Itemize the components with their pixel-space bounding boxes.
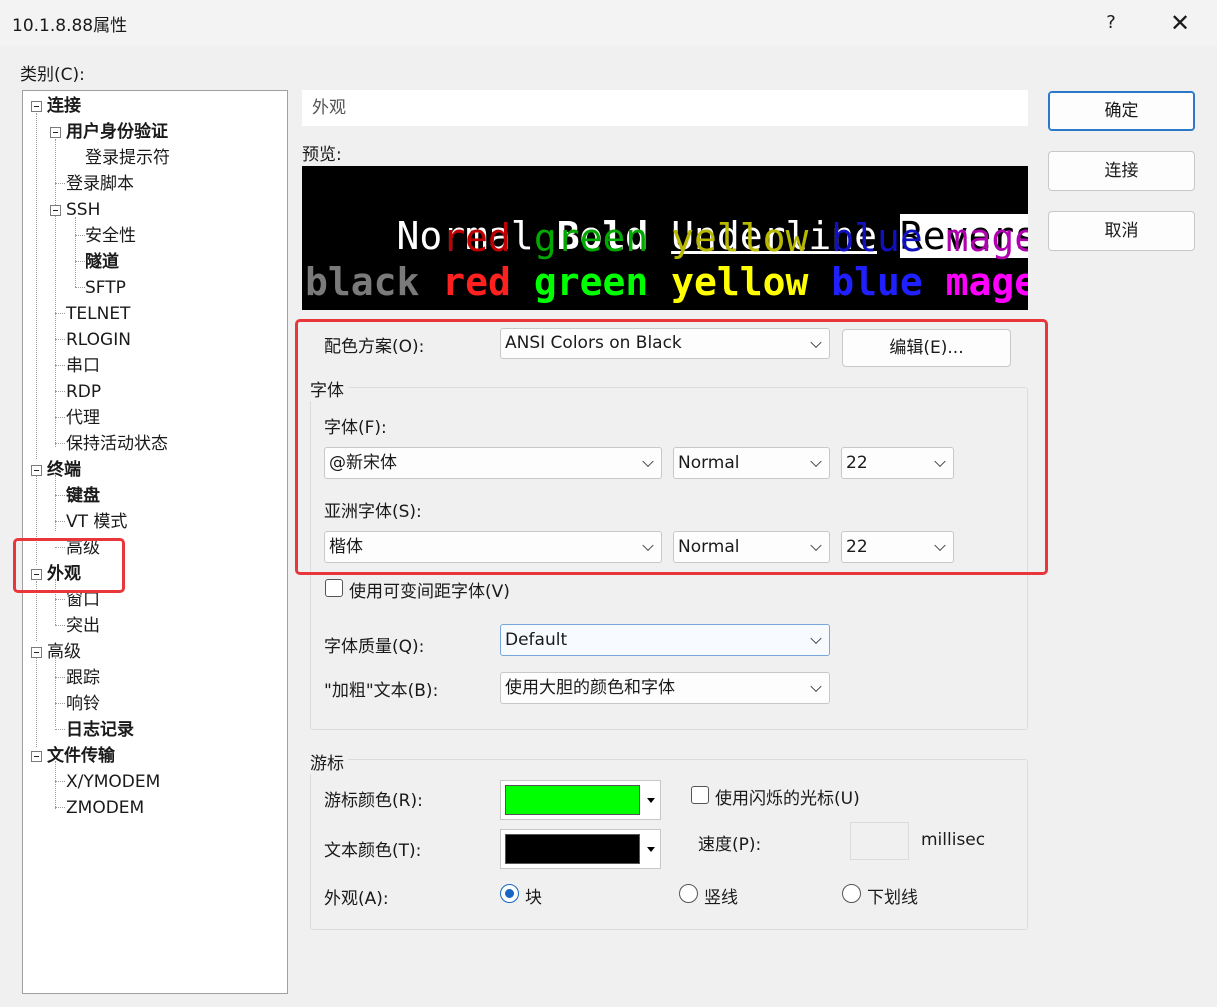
text-color-picker[interactable] — [500, 829, 661, 869]
dropdown-arrow-icon — [647, 798, 655, 803]
preview-green: green — [533, 216, 649, 260]
tree-item-ssh[interactable]: SSH — [66, 197, 100, 223]
collapse-icon[interactable] — [31, 465, 42, 476]
help-button[interactable]: ? — [1096, 8, 1126, 38]
font-quality-label: 字体质量(Q): — [324, 637, 425, 657]
collapse-icon[interactable] — [31, 647, 42, 658]
collapse-icon[interactable] — [31, 751, 42, 762]
cursor-style-underline-radio[interactable] — [842, 884, 861, 903]
tree-item-file-transfer[interactable]: 文件传输 — [47, 743, 115, 769]
tree-item-serial[interactable]: 串口 — [66, 353, 100, 379]
cursor-color-swatch — [505, 785, 640, 815]
preview-bright-blue: blue — [831, 260, 923, 304]
tree-item-connection[interactable]: 连接 — [47, 93, 81, 119]
cursor-color-picker[interactable] — [500, 780, 661, 820]
tree-item-sftp[interactable]: SFTP — [85, 275, 126, 301]
blink-cursor-checkbox[interactable] — [691, 786, 709, 804]
tree-item-advanced[interactable]: 高级 — [47, 639, 81, 665]
tree-item-auth[interactable]: 用户身份验证 — [66, 119, 168, 145]
cursor-style-block-label: 块 — [525, 888, 542, 908]
dropdown-arrow-icon — [647, 847, 655, 852]
cursor-style-label: 外观(A): — [324, 889, 389, 909]
preview-bright-red: red — [442, 260, 511, 304]
preview-bright-green: green — [533, 260, 649, 304]
cursor-group-title: 游标 — [310, 749, 348, 774]
preview-magenta: magen — [945, 216, 1028, 260]
preview-bright-yellow: yellow — [671, 260, 809, 304]
speed-label: 速度(P): — [698, 835, 762, 855]
connect-button[interactable]: 连接 — [1048, 151, 1195, 191]
collapse-icon[interactable] — [31, 101, 42, 112]
font-quality-value: Default — [505, 630, 568, 650]
preview-red: red — [442, 216, 511, 260]
chevron-down-icon — [810, 680, 822, 693]
text-color-label: 文本颜色(T): — [324, 841, 422, 861]
text-color-swatch — [505, 834, 640, 864]
cursor-style-vline-radio[interactable] — [679, 884, 698, 903]
collapse-icon[interactable] — [50, 205, 61, 216]
preview-yellow: yellow — [671, 216, 809, 260]
tree-item-tunnel[interactable]: 隧道 — [85, 249, 119, 275]
preview-bright-magenta: magen — [945, 260, 1028, 304]
variable-width-checkbox[interactable] — [325, 579, 343, 597]
speed-unit: millisec — [921, 830, 986, 850]
cursor-style-block-radio[interactable] — [500, 884, 519, 903]
font-quality-select[interactable]: Default — [500, 624, 830, 656]
highlight-box-tree — [13, 538, 125, 593]
preview-label: 预览: — [302, 145, 342, 165]
tree-item-logging[interactable]: 日志记录 — [66, 717, 134, 743]
chevron-down-icon — [810, 632, 822, 645]
category-label: 类别(C): — [20, 65, 85, 85]
highlight-box-fonts — [295, 319, 1048, 575]
bold-text-select[interactable]: 使用大胆的颜色和字体 — [500, 672, 830, 704]
preview-blue: blue — [831, 216, 923, 260]
preview-black: black — [305, 260, 420, 304]
tree-item-trace[interactable]: 跟踪 — [66, 665, 100, 691]
tree-item-telnet[interactable]: TELNET — [66, 301, 130, 327]
cancel-button[interactable]: 取消 — [1048, 211, 1195, 251]
tree-item-keepalive[interactable]: 保持活动状态 — [66, 431, 168, 457]
tree-item-bell[interactable]: 响铃 — [66, 691, 100, 717]
cursor-style-underline-label: 下划线 — [867, 888, 918, 908]
tree-item-rdp[interactable]: RDP — [66, 379, 101, 405]
ok-button[interactable]: 确定 — [1048, 91, 1195, 131]
tree-item-keyboard[interactable]: 键盘 — [66, 483, 100, 509]
variable-width-label: 使用可变间距字体(V) — [349, 582, 510, 602]
tree-item-highlight[interactable]: 突出 — [66, 613, 100, 639]
tree-item-vt-mode[interactable]: VT 模式 — [66, 509, 127, 535]
title-bar — [0, 0, 1217, 46]
tree-item-xymodem[interactable]: X/YMODEM — [66, 769, 160, 795]
speed-input[interactable] — [850, 822, 909, 860]
cursor-style-vline-label: 竖线 — [704, 888, 738, 908]
cursor-color-label: 游标颜色(R): — [324, 791, 423, 811]
collapse-icon[interactable] — [50, 127, 61, 138]
tree-item-zmodem[interactable]: ZMODEM — [66, 795, 144, 821]
preview-panel: Normal Bold Underline Reversed Cu red gr… — [302, 166, 1028, 310]
window-title: 10.1.8.88属性 — [12, 16, 128, 36]
tree-item-rlogin[interactable]: RLOGIN — [66, 327, 131, 353]
section-title: 外观 — [302, 90, 1028, 126]
tree-item-terminal[interactable]: 终端 — [47, 457, 81, 483]
close-button[interactable]: ✕ — [1160, 4, 1200, 42]
tree-item-login-prompt[interactable]: 登录提示符 — [85, 145, 170, 171]
tree-item-security[interactable]: 安全性 — [85, 223, 136, 249]
blink-cursor-label: 使用闪烁的光标(U) — [715, 789, 860, 809]
bold-text-value: 使用大胆的颜色和字体 — [505, 678, 675, 698]
tree-item-proxy[interactable]: 代理 — [66, 405, 100, 431]
bold-text-label: "加粗"文本(B): — [324, 681, 439, 701]
tree-item-login-script[interactable]: 登录脚本 — [66, 171, 134, 197]
